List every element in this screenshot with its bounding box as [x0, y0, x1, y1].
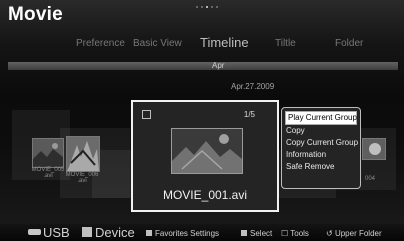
yellow-key-icon	[241, 230, 247, 236]
page-dot	[211, 6, 213, 8]
return-icon: ↺	[326, 229, 335, 238]
tools-popup-menu: Play Current Group Copy Copy Current Gro…	[281, 107, 361, 189]
thumbnail-label: MOVIE_005 .avi	[31, 167, 65, 179]
red-key-icon	[82, 227, 92, 237]
app-title: Movie	[8, 4, 63, 25]
device-button[interactable]: Device	[82, 225, 135, 240]
select-button[interactable]: Select	[241, 229, 272, 238]
movie-filename: MOVIE_001.avi	[162, 188, 248, 202]
favorites-label: Favorites Settings	[155, 229, 220, 238]
device-label: Device	[95, 225, 135, 240]
select-label: Select	[250, 229, 273, 238]
focused-movie-card[interactable]: 1/5 MOVIE_001.avi	[131, 100, 279, 212]
tab-timeline[interactable]: Timeline	[200, 35, 249, 50]
usb-label: USB	[43, 225, 70, 240]
thumbnail-image	[363, 139, 385, 159]
preview-image	[172, 129, 242, 173]
thumbnail-image	[33, 139, 63, 167]
menu-item-copy[interactable]: Copy	[285, 125, 360, 137]
tab-folder[interactable]: Folder	[335, 38, 363, 49]
movie-preview	[171, 128, 243, 174]
usb-device-button[interactable]: USB	[28, 225, 70, 240]
menu-item-copy-current-group[interactable]: Copy Current Group	[285, 137, 360, 149]
movie-browser-screen: Movie Preference Basic View Timeline Til…	[0, 0, 404, 241]
thumbnail-label: 004	[364, 176, 375, 182]
timeline-month-marker: Apr	[212, 61, 225, 70]
green-key-icon	[146, 230, 152, 236]
tools-label: Tools	[290, 229, 309, 238]
tab-preference[interactable]: Preference	[76, 38, 125, 49]
item-counter: 1/5	[243, 110, 255, 119]
movie-thumbnail[interactable]	[66, 136, 100, 172]
page-indicator	[196, 6, 218, 8]
tab-basic-view[interactable]: Basic View	[133, 38, 182, 49]
page-dot	[201, 6, 203, 8]
menu-item-safe-remove[interactable]: Safe Remove	[285, 161, 360, 173]
page-dot-active	[206, 6, 208, 8]
movie-thumbnail[interactable]	[32, 138, 64, 168]
view-tabs: Preference Basic View Timeline Tiltle Fo…	[0, 35, 404, 54]
menu-item-play-current-group[interactable]: Play Current Group	[285, 111, 357, 125]
upper-folder-label: Upper Folder	[334, 229, 382, 238]
page-dot	[216, 6, 218, 8]
favorites-settings-button[interactable]: Favorites Settings	[146, 229, 219, 238]
page-dot	[196, 6, 198, 8]
tools-button[interactable]: ☐ Tools	[281, 229, 309, 238]
upper-folder-button[interactable]: ↺ Upper Folder	[326, 229, 382, 238]
tools-icon: ☐	[281, 229, 291, 238]
thumbnail-label: MOVIE_006 .avi	[65, 172, 99, 184]
usb-icon	[28, 229, 41, 235]
thumbnail-image	[67, 137, 99, 171]
timeline-date: Apr.27.2009	[231, 82, 275, 91]
tab-title[interactable]: Tiltle	[275, 38, 296, 49]
movie-thumbnail[interactable]	[362, 138, 386, 160]
timeline-bar[interactable]	[8, 62, 398, 70]
select-checkbox[interactable]	[142, 110, 151, 119]
menu-item-information[interactable]: Information	[285, 149, 360, 161]
